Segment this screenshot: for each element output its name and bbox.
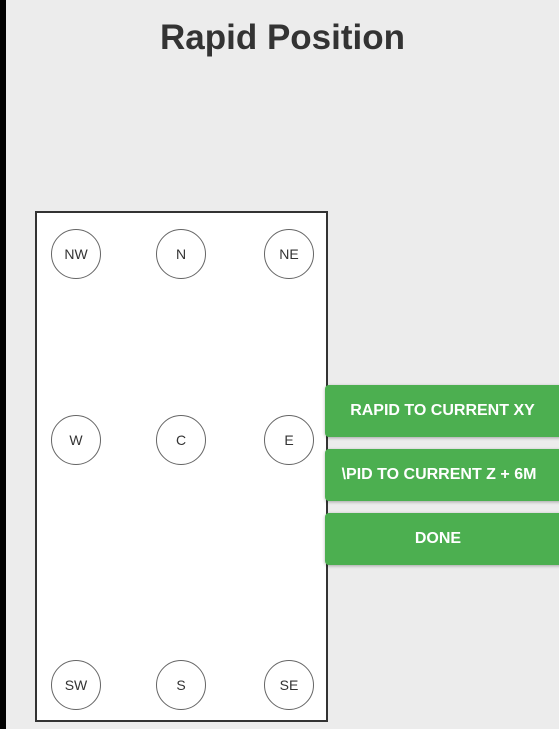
done-label: DONE xyxy=(414,530,462,547)
stock-outline xyxy=(35,211,328,722)
position-nw-button[interactable]: NW xyxy=(51,229,101,279)
position-sw-button[interactable]: SW xyxy=(51,660,101,710)
position-ne-button[interactable]: NE xyxy=(264,229,314,279)
rapid-to-current-z-button[interactable]: \PID TO CURRENT Z + 6M xyxy=(325,449,559,501)
position-c-button[interactable]: C xyxy=(156,415,206,465)
position-n-button[interactable]: N xyxy=(156,229,206,279)
rapid-to-current-xy-button[interactable]: RAPID TO CURRENT XY xyxy=(325,385,559,437)
page-title: Rapid Position xyxy=(160,18,405,57)
position-se-button[interactable]: SE xyxy=(264,660,314,710)
position-s-button[interactable]: S xyxy=(156,660,206,710)
left-edge-border xyxy=(0,0,6,729)
position-w-button[interactable]: W xyxy=(51,415,101,465)
position-e-button[interactable]: E xyxy=(264,415,314,465)
rapid-to-current-z-label: \PID TO CURRENT Z + 6M xyxy=(341,466,537,483)
done-button[interactable]: DONE xyxy=(325,513,559,565)
rapid-to-current-xy-label: RAPID TO CURRENT XY xyxy=(350,402,535,419)
